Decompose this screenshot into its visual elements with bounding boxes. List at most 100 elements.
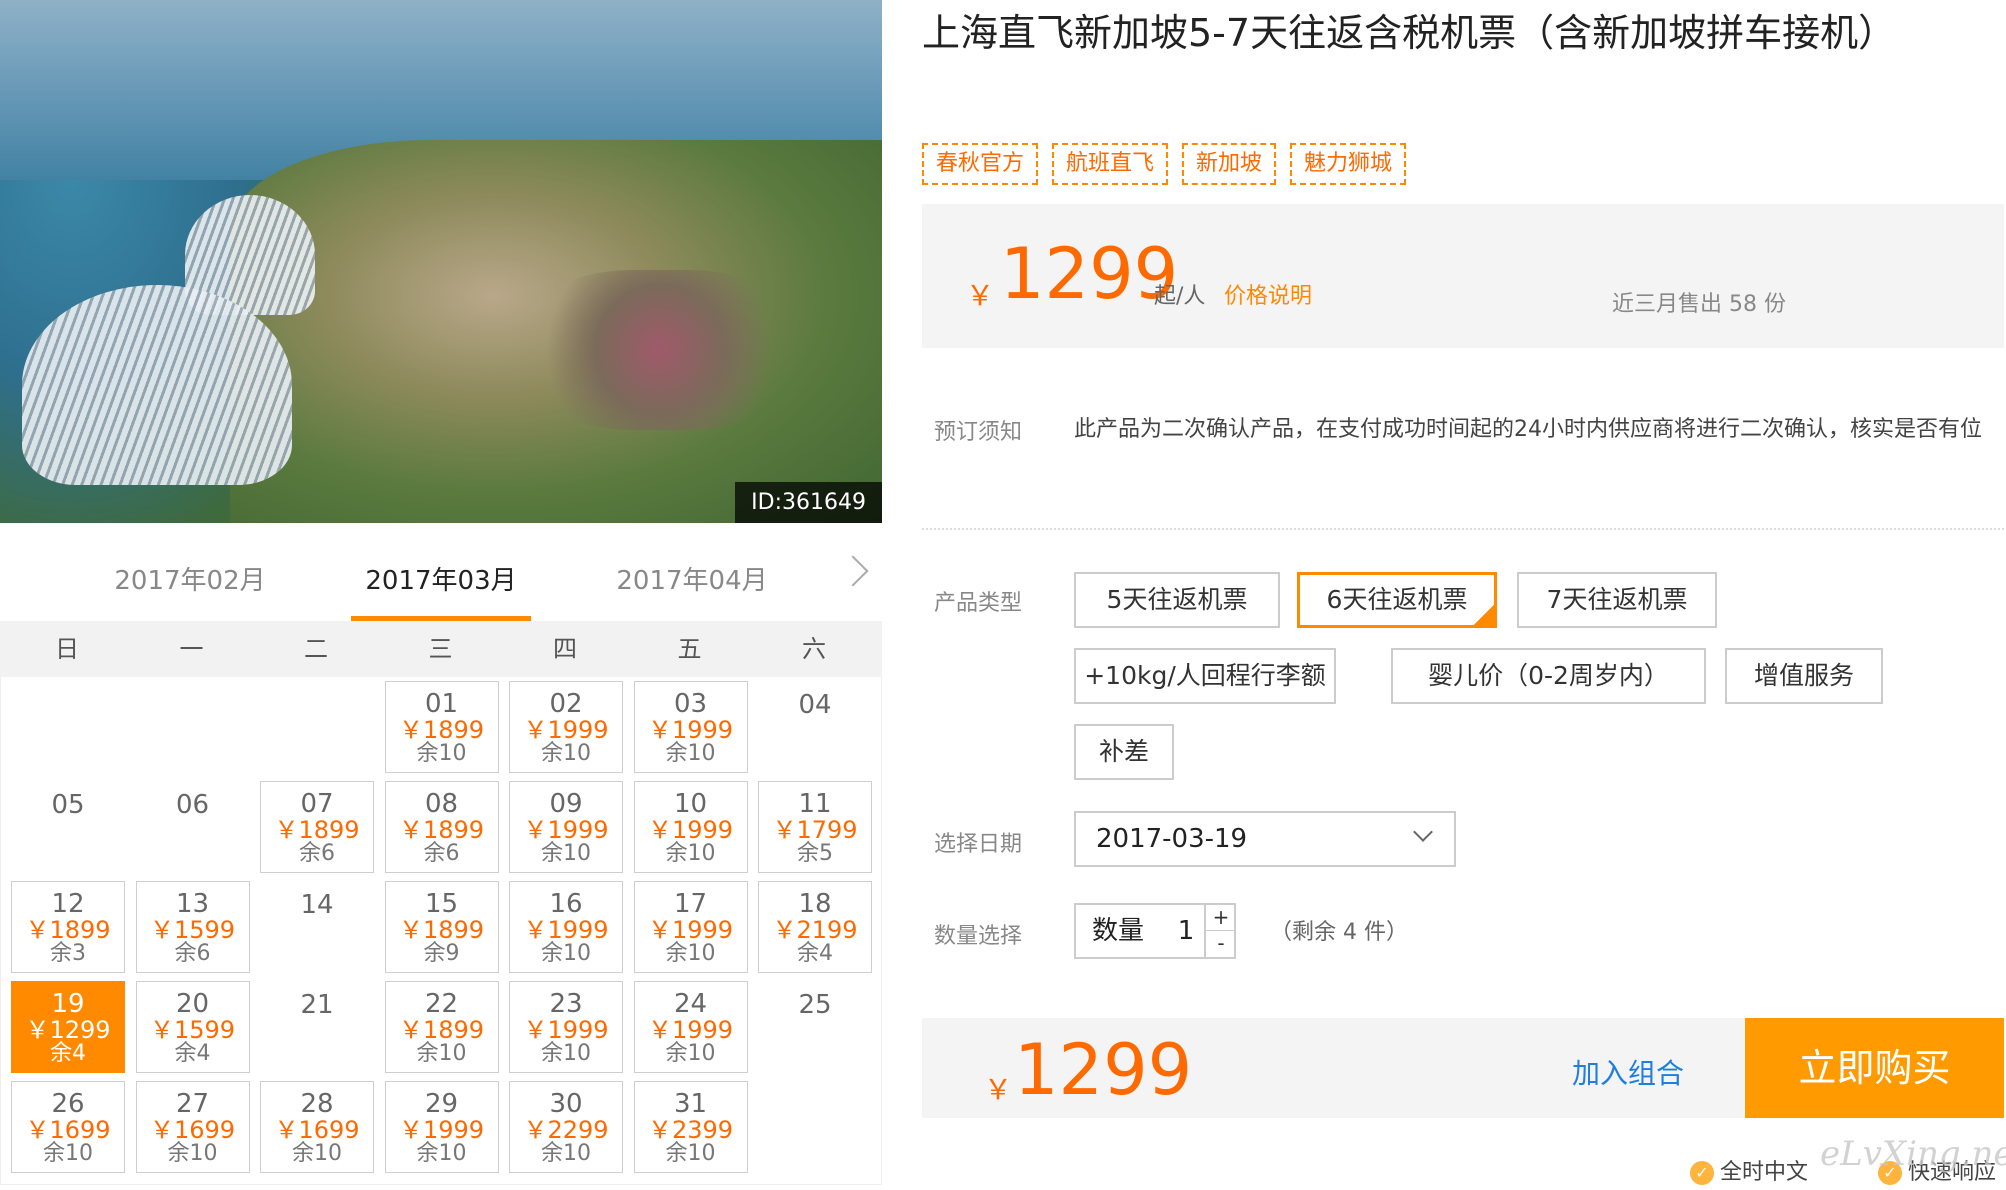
day-number: 05 xyxy=(51,790,85,820)
calendar-day: 05 xyxy=(11,781,125,873)
quantity-label: 数量选择 xyxy=(934,924,1023,949)
calendar-day[interactable]: 22 ￥1899 余10 xyxy=(384,981,499,1073)
calendar-day[interactable]: 29 ￥1999 余10 xyxy=(384,1081,499,1173)
day-number: 29 xyxy=(424,1089,459,1119)
day-number: 26 xyxy=(51,1089,85,1119)
calendar-day[interactable]: 11 ￥1799 余5 xyxy=(758,781,872,873)
day-number: 11 xyxy=(798,789,832,819)
calendar-day[interactable]: 13 ￥1599 余6 xyxy=(135,881,250,973)
divider xyxy=(922,528,2004,530)
product-type-label-text: 5天往返机票 xyxy=(1106,585,1248,614)
quantity-minus-button[interactable]: - xyxy=(1204,931,1236,957)
date-select[interactable]: 2017-03-19 xyxy=(1074,811,1456,867)
calendar-day[interactable]: 12 ￥1899 余3 xyxy=(11,881,125,973)
day-stock: 余10 xyxy=(292,1141,342,1166)
buy-now-button[interactable]: 立即购买 xyxy=(1745,1018,2004,1118)
day-number: 20 xyxy=(175,989,210,1019)
calendar-day[interactable]: 08 ￥1899 余6 xyxy=(384,781,499,873)
calendar-day: 21 xyxy=(260,981,374,1073)
product-tag: 魅力狮城 xyxy=(1290,143,1407,185)
day-stock: 余4 xyxy=(797,941,833,966)
day-price: ￥1699 xyxy=(25,1116,111,1144)
quantity-plus-button[interactable]: + xyxy=(1204,905,1236,931)
quantity-stepper: 数量 1 + - xyxy=(1074,903,1236,959)
calendar-day[interactable]: 15 ￥1899 余9 xyxy=(384,881,499,973)
day-stock: 余10 xyxy=(665,841,716,866)
calendar-day[interactable]: 17 ￥1999 余10 xyxy=(633,881,748,973)
day-price: ￥1999 xyxy=(523,716,609,744)
day-stock: 余10 xyxy=(416,741,467,766)
day-price: ￥1899 xyxy=(398,916,485,944)
day-price: ￥1999 xyxy=(523,916,609,944)
calendar-day-selected[interactable]: 19 ￥1299 余4 xyxy=(11,981,125,1073)
assurance-label: 全时中文 xyxy=(1720,1160,1809,1185)
calendar-day[interactable]: 20 ￥1599 余4 xyxy=(135,981,250,1073)
month-tab-next[interactable]: 2017年04月 xyxy=(602,545,782,621)
price-currency: ￥ xyxy=(966,279,995,312)
calendar-day[interactable]: 03 ￥1999 余10 xyxy=(633,681,748,773)
calendar-day[interactable]: 07 ￥1899 余6 xyxy=(260,781,374,873)
price-explain-link[interactable]: 价格说明 xyxy=(1224,278,1312,310)
month-tab-current[interactable]: 2017年03月 xyxy=(351,545,531,621)
product-type-option[interactable]: 补差 xyxy=(1074,724,1174,780)
quantity-value[interactable]: 1 xyxy=(1166,905,1206,957)
remaining-stock: （剩余 4 件） xyxy=(1270,920,1408,945)
photo-id-badge: ID:361649 xyxy=(735,482,882,523)
day-stock: 余10 xyxy=(665,941,716,966)
calendar-day[interactable]: 26 ￥1699 余10 xyxy=(11,1081,125,1173)
add-combo-link[interactable]: 加入组合 xyxy=(1572,1052,1684,1092)
weekday-label: 三 xyxy=(428,635,453,663)
product-type-option[interactable]: 5天往返机票 xyxy=(1074,572,1280,628)
day-price: ￥1899 xyxy=(398,716,485,744)
product-type-option[interactable]: 6天往返机票 xyxy=(1297,572,1497,628)
day-price: ￥1899 xyxy=(25,916,111,944)
calendar-day[interactable]: 01 ￥1899 余10 xyxy=(384,681,499,773)
day-stock: 余4 xyxy=(50,1041,86,1066)
calendar-day[interactable]: 02 ￥1999 余10 xyxy=(509,681,623,773)
month-tab-prev[interactable]: 2017年02月 xyxy=(100,545,280,621)
product-photo: ID:361649 xyxy=(0,0,882,523)
selected-check-icon xyxy=(1472,603,1496,627)
day-stock: 余6 xyxy=(423,841,460,866)
calendar-day[interactable]: 18 ￥2199 余4 xyxy=(758,881,872,973)
product-type-option[interactable]: 7天往返机票 xyxy=(1517,572,1717,628)
product-tag: 新加坡 xyxy=(1182,143,1277,185)
weekday-label: 二 xyxy=(304,635,328,663)
day-stock: 余10 xyxy=(541,1041,591,1066)
product-type-label-text: 7天往返机票 xyxy=(1546,585,1688,614)
calendar-day[interactable]: 23 ￥1999 余10 xyxy=(509,981,623,1073)
day-stock: 余3 xyxy=(50,941,86,966)
weekday-label: 四 xyxy=(553,635,577,663)
product-type-option[interactable]: 增值服务 xyxy=(1725,648,1883,704)
weekday-label: 日 xyxy=(55,635,79,663)
calendar-day[interactable]: 24 ￥1999 余10 xyxy=(633,981,748,1073)
calendar-day[interactable]: 28 ￥1699 余10 xyxy=(260,1081,374,1173)
day-price: ￥1299 xyxy=(25,1016,111,1044)
product-type-option[interactable]: +10kg/人回程行李额 xyxy=(1074,648,1336,704)
day-stock: 余10 xyxy=(665,1141,716,1166)
day-price: ￥1999 xyxy=(647,816,734,844)
watermark: eLvXing.net xyxy=(1820,1134,2006,1174)
day-number: 09 xyxy=(549,789,583,819)
calendar-month-tabs: 2017年02月 2017年03月 2017年04月 xyxy=(0,545,882,621)
date-select-value: 2017-03-19 xyxy=(1096,824,1248,854)
calendar-day[interactable]: 16 ￥1999 余10 xyxy=(509,881,623,973)
day-price: ￥1599 xyxy=(149,916,236,944)
price-value: 1299 xyxy=(1000,233,1179,315)
photo-park xyxy=(520,270,800,430)
calendar-day[interactable]: 27 ￥1699 余10 xyxy=(135,1081,250,1173)
calendar-day: 06 xyxy=(136,781,250,873)
day-number: 06 xyxy=(175,790,210,820)
assurance-chinese: ✓ 全时中文 xyxy=(1690,1154,1808,1186)
calendar-day[interactable]: 30 ￥2299 余10 xyxy=(509,1081,623,1173)
day-number: 01 xyxy=(424,689,459,719)
day-number: 07 xyxy=(300,789,334,819)
calendar-day[interactable]: 31 ￥2399 余10 xyxy=(633,1081,748,1173)
calendar-day[interactable]: 09 ￥1999 余10 xyxy=(509,781,623,873)
chevron-down-icon xyxy=(1413,822,1433,842)
sold-count: 近三月售出 58 份 xyxy=(1612,292,1786,317)
product-type-label-text: 6天往返机票 xyxy=(1326,585,1468,614)
calendar-day[interactable]: 10 ￥1999 余10 xyxy=(633,781,748,873)
day-price: ￥1999 xyxy=(647,716,734,744)
product-type-option[interactable]: 婴儿价（0-2周岁内） xyxy=(1391,648,1706,704)
